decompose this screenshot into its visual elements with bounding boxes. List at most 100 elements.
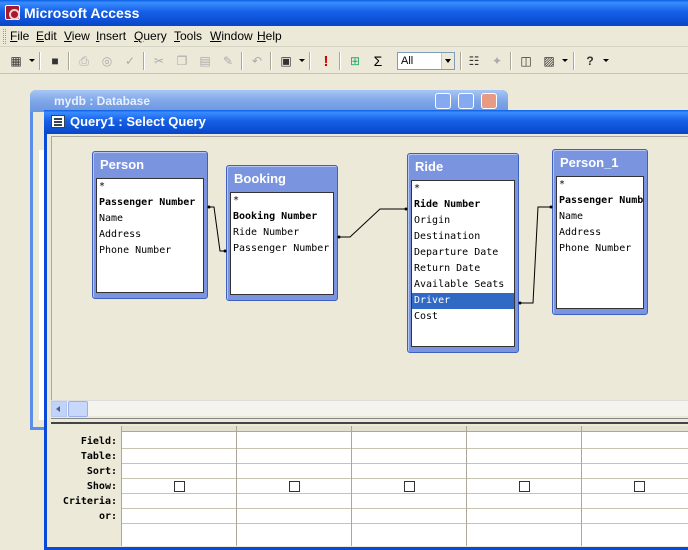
- query-window-title-bar[interactable]: Query1 : Select Query: [44, 110, 688, 134]
- menu-help[interactable]: Help: [257, 29, 282, 43]
- grid-cell[interactable]: [582, 479, 688, 494]
- new-object-dropdown-arrow[interactable]: [562, 59, 568, 62]
- field-item-selected[interactable]: Driver: [412, 293, 514, 309]
- field-list-person[interactable]: Person * Passenger Number Name Address P…: [92, 151, 208, 299]
- grid-cell[interactable]: [352, 449, 466, 464]
- menu-query[interactable]: Query: [134, 29, 167, 43]
- copy-icon[interactable]: ❐: [172, 51, 192, 71]
- grid-cell[interactable]: [582, 449, 688, 464]
- grid-cell[interactable]: [352, 479, 466, 494]
- field-item[interactable]: *: [557, 177, 643, 193]
- cut-icon[interactable]: ✂: [149, 51, 169, 71]
- field-list-ride[interactable]: Ride * Ride Number Origin Destination De…: [407, 153, 519, 353]
- grid-cell[interactable]: [582, 509, 688, 524]
- field-list-body[interactable]: * Ride Number Origin Destination Departu…: [411, 180, 515, 347]
- query-icon[interactable]: [51, 115, 65, 128]
- column-selector[interactable]: [352, 426, 466, 432]
- grid-cell[interactable]: [237, 479, 351, 494]
- menu-view[interactable]: View: [64, 29, 90, 43]
- save-icon[interactable]: ■: [45, 51, 65, 71]
- totals-icon[interactable]: Σ: [368, 51, 388, 71]
- field-list-title[interactable]: Person_1: [556, 150, 644, 176]
- menu-insert[interactable]: Insert: [96, 29, 126, 43]
- grid-cell[interactable]: [237, 449, 351, 464]
- field-list-body[interactable]: * Passenger Number Name Address Phone Nu…: [96, 178, 204, 293]
- show-checkbox[interactable]: [174, 481, 185, 492]
- grid-cell[interactable]: [122, 464, 236, 479]
- field-list-title[interactable]: Ride: [411, 154, 515, 180]
- field-item[interactable]: Destination: [412, 229, 514, 245]
- column-selector[interactable]: [237, 426, 351, 432]
- grid-cell[interactable]: [237, 464, 351, 479]
- field-item[interactable]: Return Date: [412, 261, 514, 277]
- print-icon[interactable]: ⎙: [74, 51, 94, 71]
- grid-cell[interactable]: [122, 509, 236, 524]
- grid-cell[interactable]: [582, 434, 688, 449]
- query-type-icon[interactable]: ▣: [276, 51, 296, 71]
- menubar-grip[interactable]: [3, 29, 6, 44]
- pane-splitter[interactable]: [51, 418, 688, 424]
- database-window-icon[interactable]: ◫: [516, 51, 536, 71]
- field-item[interactable]: Phone Number: [557, 241, 643, 257]
- paste-icon[interactable]: ▤: [195, 51, 215, 71]
- field-list-booking[interactable]: Booking * Booking Number Ride Number Pas…: [226, 165, 338, 301]
- design-grid[interactable]: Field: Table: Sort: Show: Criteria: or:: [51, 426, 688, 546]
- grid-cell[interactable]: [237, 509, 351, 524]
- field-list-title[interactable]: Person: [96, 152, 204, 178]
- column-selector[interactable]: [467, 426, 581, 432]
- grid-cell[interactable]: [467, 434, 581, 449]
- field-item[interactable]: *: [412, 181, 514, 197]
- grid-cell[interactable]: [467, 449, 581, 464]
- field-list-body[interactable]: * Passenger Numb Name Address Phone Numb…: [556, 176, 644, 309]
- grid-cell[interactable]: [237, 494, 351, 509]
- show-checkbox[interactable]: [634, 481, 645, 492]
- menu-file[interactable]: File: [10, 29, 29, 43]
- field-item[interactable]: *: [97, 179, 203, 195]
- query-type-dropdown-arrow[interactable]: [299, 59, 305, 62]
- menu-tools[interactable]: Tools: [174, 29, 202, 43]
- grid-cell[interactable]: [467, 464, 581, 479]
- grid-cell[interactable]: [467, 509, 581, 524]
- help-dropdown-arrow[interactable]: [603, 59, 609, 62]
- column-selector[interactable]: [582, 426, 688, 432]
- field-item[interactable]: Ride Number: [412, 197, 514, 213]
- new-object-icon[interactable]: ▨: [539, 51, 559, 71]
- show-table-icon[interactable]: ⊞: [345, 51, 365, 71]
- show-checkbox[interactable]: [289, 481, 300, 492]
- grid-cell[interactable]: [237, 434, 351, 449]
- field-item[interactable]: Name: [557, 209, 643, 225]
- field-item[interactable]: Booking Number: [231, 209, 333, 225]
- show-checkbox[interactable]: [404, 481, 415, 492]
- field-item[interactable]: Cost: [412, 309, 514, 325]
- field-item[interactable]: Name: [97, 211, 203, 227]
- build-icon[interactable]: ✦: [487, 51, 507, 71]
- close-icon[interactable]: [481, 93, 497, 109]
- field-item[interactable]: Phone Number: [97, 243, 203, 259]
- field-item[interactable]: Origin: [412, 213, 514, 229]
- chevron-down-icon[interactable]: [441, 53, 454, 69]
- grid-cell[interactable]: [467, 494, 581, 509]
- minimize-icon[interactable]: [435, 93, 451, 109]
- properties-icon[interactable]: ☷: [464, 51, 484, 71]
- menu-window[interactable]: Window: [210, 29, 253, 43]
- maximize-icon[interactable]: [458, 93, 474, 109]
- field-list-person-1[interactable]: Person_1 * Passenger Numb Name Address P…: [552, 149, 648, 315]
- access-app-icon[interactable]: [5, 5, 20, 20]
- undo-icon[interactable]: ↶: [247, 51, 267, 71]
- field-list-body[interactable]: * Booking Number Ride Number Passenger N…: [230, 192, 334, 295]
- grid-column[interactable]: [351, 426, 466, 546]
- grid-column[interactable]: [581, 426, 688, 546]
- scroll-thumb[interactable]: [68, 401, 88, 417]
- database-window-title-bar[interactable]: mydb : Database: [30, 90, 508, 112]
- format-painter-icon[interactable]: ✎: [218, 51, 238, 71]
- run-icon[interactable]: !: [316, 51, 336, 71]
- grid-cell[interactable]: [352, 494, 466, 509]
- top-values-combo[interactable]: All: [397, 52, 455, 70]
- field-item[interactable]: Address: [97, 227, 203, 243]
- grid-cell[interactable]: [582, 464, 688, 479]
- show-checkbox[interactable]: [519, 481, 530, 492]
- table-pane[interactable]: Person * Passenger Number Name Address P…: [51, 136, 688, 406]
- scroll-left-icon[interactable]: [51, 401, 67, 417]
- spelling-icon[interactable]: ✓: [120, 51, 140, 71]
- field-item[interactable]: Passenger Numb: [557, 193, 643, 209]
